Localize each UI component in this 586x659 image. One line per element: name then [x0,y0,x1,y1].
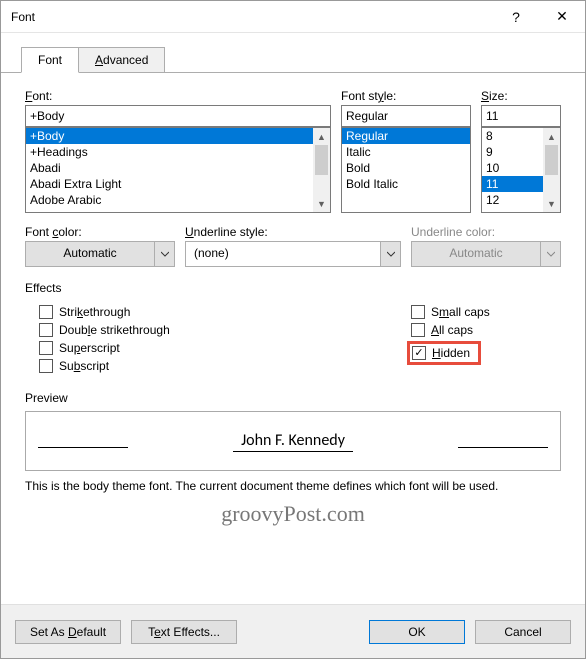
scrollbar[interactable]: ▲ ▼ [543,128,560,212]
all-caps-checkbox[interactable]: All caps [411,323,561,337]
tab-strip: Font Advanced [1,33,585,73]
fontstyle-input[interactable] [341,105,471,127]
list-item[interactable]: 10 [482,160,543,176]
dialog-footer: Set As Default Text Effects... OK Cancel [1,604,585,658]
font-dialog: Font ? ✕ Font Advanced Font: +Body +Head… [0,0,586,659]
list-item[interactable]: 12 [482,192,543,208]
list-item[interactable]: Regular [342,128,470,144]
underline-color-combo: Automatic [411,241,561,267]
font-listbox[interactable]: +Body +Headings Abadi Abadi Extra Light … [25,127,331,213]
font-input[interactable] [25,105,331,127]
underline-color-label: Underline color: [411,225,561,239]
tab-advanced[interactable]: Advanced [78,47,165,73]
list-item[interactable]: Italic [342,144,470,160]
font-color-combo[interactable]: Automatic [25,241,175,267]
close-button[interactable]: ✕ [539,1,585,33]
cancel-button[interactable]: Cancel [475,620,571,644]
scroll-up-icon[interactable]: ▲ [543,128,560,145]
list-item[interactable]: +Body [26,128,313,144]
preview-description: This is the body theme font. The current… [25,479,561,493]
scroll-thumb[interactable] [315,145,328,175]
double-strikethrough-checkbox[interactable]: Double strikethrough [39,323,411,337]
subscript-checkbox[interactable]: Subscript [39,359,411,373]
font-label: Font: [25,89,331,103]
chevron-down-icon [154,242,174,266]
preview-box: John F. Kennedy [25,411,561,471]
scrollbar[interactable]: ▲ ▼ [313,128,330,212]
size-input[interactable] [481,105,561,127]
list-item[interactable]: 9 [482,144,543,160]
tab-font[interactable]: Font [21,47,79,73]
fontstyle-label: Font style: [341,89,471,103]
list-item[interactable]: +Headings [26,144,313,160]
ok-button[interactable]: OK [369,620,465,644]
list-item[interactable]: Abadi Extra Light [26,176,313,192]
help-button[interactable]: ? [493,1,539,33]
underline-style-label: Underline style: [185,225,401,239]
text-effects-button[interactable]: Text Effects... [131,620,237,644]
preview-sample: John F. Kennedy [233,431,353,452]
hidden-highlight: Hidden [407,341,481,365]
superscript-checkbox[interactable]: Superscript [39,341,411,355]
font-color-label: Font color: [25,225,175,239]
chevron-down-icon [540,242,560,266]
preview-rule [458,447,548,448]
scroll-down-icon[interactable]: ▼ [313,195,330,212]
hidden-checkbox[interactable]: Hidden [412,346,470,360]
effects-group-title: Effects [25,281,561,295]
list-item[interactable]: Bold Italic [342,176,470,192]
fontstyle-listbox[interactable]: Regular Italic Bold Bold Italic [341,127,471,213]
chevron-down-icon [380,242,400,266]
dialog-title: Font [11,10,493,24]
scroll-up-icon[interactable]: ▲ [313,128,330,145]
list-item[interactable]: 8 [482,128,543,144]
preview-rule [38,447,128,448]
titlebar: Font ? ✕ [1,1,585,33]
strikethrough-checkbox[interactable]: Strikethrough [39,305,411,319]
list-item[interactable]: 11 [482,176,543,192]
list-item[interactable]: Adobe Arabic [26,192,313,208]
list-item[interactable]: Abadi [26,160,313,176]
scroll-down-icon[interactable]: ▼ [543,195,560,212]
size-label: Size: [481,89,561,103]
set-default-button[interactable]: Set As Default [15,620,121,644]
preview-group-title: Preview [25,391,561,405]
watermark: groovyPost.com [25,501,561,527]
size-listbox[interactable]: 8 9 10 11 12 ▲ ▼ [481,127,561,213]
underline-style-combo[interactable]: (none) [185,241,401,267]
small-caps-checkbox[interactable]: Small caps [411,305,561,319]
list-item[interactable]: Bold [342,160,470,176]
scroll-thumb[interactable] [545,145,558,175]
